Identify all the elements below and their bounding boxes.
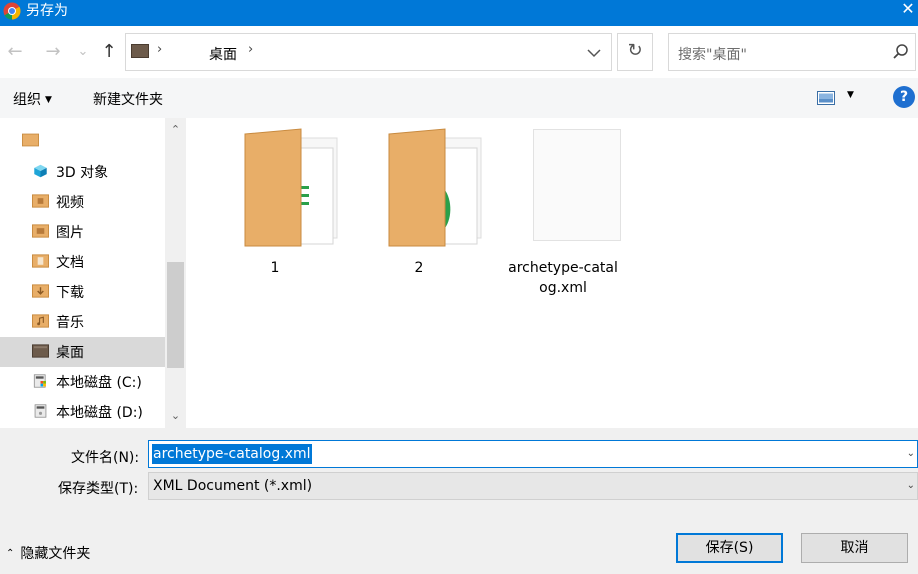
folder-with-documents-icon (244, 128, 338, 247)
title-bar: 另存为 ✕ (0, 0, 918, 26)
hide-folders-toggle[interactable]: ⌃ 隐藏文件夹 (6, 543, 90, 563)
filename-value[interactable]: archetype-catalog.xml (152, 444, 312, 464)
folder-item[interactable]: 2 (361, 126, 482, 296)
desktop-icon (32, 344, 49, 358)
close-button[interactable]: ✕ (898, 0, 918, 22)
sidebar-item-label: 文档 (56, 255, 84, 271)
sidebar-item-videos[interactable]: 视频 (0, 187, 165, 217)
scroll-down-button[interactable]: ⌄ (165, 406, 186, 426)
folder-with-documents-icon (388, 128, 482, 247)
scrollbar-thumb[interactable] (167, 262, 184, 368)
downloads-folder-icon (32, 284, 49, 298)
chevron-down-icon[interactable]: ⌄ (907, 480, 915, 491)
up-button[interactable]: ↑ (97, 40, 121, 64)
filetype-select[interactable]: XML Document (*.xml) ⌄ (148, 472, 918, 500)
scroll-up-button[interactable]: ⌃ (165, 120, 186, 140)
sidebar-item-label: 音乐 (56, 315, 84, 331)
file-name-label: archetype-catalog.xml (508, 260, 618, 296)
filename-label: 文件名(N): (71, 450, 140, 466)
sidebar-item-desktop[interactable]: 桌面 (0, 337, 165, 367)
sidebar-item-label: 桌面 (56, 345, 84, 361)
address-bar[interactable]: › 桌面 › (125, 33, 612, 71)
filetype-label: 保存类型(T): (58, 481, 139, 497)
recent-locations-button[interactable]: ⌄ (71, 40, 95, 64)
videos-folder-icon (32, 194, 49, 208)
chevron-down-icon[interactable] (584, 43, 604, 63)
sidebar-item-label: 下载 (56, 285, 84, 301)
search-input[interactable]: 搜索"桌面" (668, 33, 916, 71)
filename-field[interactable]: archetype-catalog.xml ⌄ (148, 440, 918, 468)
file-item[interactable]: archetype-catalog.xml (505, 126, 621, 296)
sidebar-item-downloads[interactable]: 下载 (0, 277, 165, 307)
save-form: 文件名(N): archetype-catalog.xml ⌄ 保存类型(T):… (0, 428, 918, 574)
chevron-up-icon: ⌃ (6, 548, 15, 559)
documents-folder-icon (32, 254, 49, 268)
forward-button[interactable]: → (41, 40, 65, 64)
folder-item[interactable]: 1 (217, 126, 338, 296)
breadcrumb-separator[interactable]: › (248, 42, 253, 57)
music-folder-icon (32, 314, 49, 328)
organize-menu[interactable]: 组织 ▼ (13, 89, 52, 109)
blank-document-icon (533, 129, 621, 241)
sidebar-item-drive-c[interactable]: 本地磁盘 (C:) (0, 367, 165, 397)
search-placeholder: 搜索"桌面" (678, 47, 747, 63)
navigation-pane: 3D 对象 视频 图片 文档 下载 音乐 桌面 本地磁盘 (C:) 本地磁盘 (… (0, 118, 187, 428)
sidebar-item-drive-d[interactable]: 本地磁盘 (D:) (0, 397, 165, 427)
sidebar-item-label: 视频 (56, 195, 84, 211)
3d-objects-icon (34, 164, 47, 178)
caret-down-icon: ▼ (45, 95, 52, 105)
address-row: ← → ⌄ ↑ › 桌面 › ↻ 搜索"桌面" (0, 26, 918, 78)
drive-c-icon (33, 374, 46, 388)
window-title: 另存为 (26, 3, 68, 19)
toolbar: 组织 ▼ 新建文件夹 ▼ ? (0, 78, 918, 118)
sidebar-item-label: 3D 对象 (56, 165, 109, 181)
chevron-down-icon[interactable]: ⌄ (907, 448, 915, 459)
this-pc-icon (131, 44, 149, 58)
breadcrumb-desktop[interactable]: 桌面 (209, 44, 237, 64)
file-name-label: 2 (414, 260, 424, 276)
chrome-icon (3, 2, 21, 20)
sidebar-item-folder[interactable] (0, 126, 165, 156)
sidebar-item-documents[interactable]: 文档 (0, 247, 165, 277)
view-mode-icon[interactable] (817, 91, 835, 105)
sidebar-item-music[interactable]: 音乐 (0, 307, 165, 337)
cancel-button[interactable]: 取消 (801, 533, 908, 563)
pictures-folder-icon (32, 224, 49, 238)
save-button[interactable]: 保存(S) (676, 533, 783, 563)
sidebar-scrollbar[interactable]: ⌃ ⌄ (165, 118, 186, 428)
organize-label: 组织 (13, 92, 41, 108)
sidebar-item-label: 本地磁盘 (D:) (56, 405, 143, 421)
help-button[interactable]: ? (893, 86, 915, 108)
refresh-button[interactable]: ↻ (617, 33, 653, 71)
file-name-label: 1 (270, 260, 280, 276)
sidebar-item-label: 本地磁盘 (C:) (56, 375, 142, 391)
filetype-value: XML Document (*.xml) (153, 478, 313, 494)
file-list: 1 2 archetype-catalog.xml (187, 118, 918, 428)
sidebar-item-pictures[interactable]: 图片 (0, 217, 165, 247)
breadcrumb-separator[interactable]: › (157, 42, 162, 57)
drive-d-icon (34, 404, 47, 418)
view-options-caret[interactable]: ▼ (847, 90, 854, 100)
back-button[interactable]: ← (3, 40, 27, 64)
folder-icon (22, 133, 39, 147)
hide-folders-label: 隐藏文件夹 (20, 546, 91, 562)
sidebar-item-3d-objects[interactable]: 3D 对象 (0, 157, 165, 187)
sidebar-item-label: 图片 (56, 225, 84, 241)
new-folder-button[interactable]: 新建文件夹 (93, 89, 163, 109)
search-icon (893, 44, 908, 59)
